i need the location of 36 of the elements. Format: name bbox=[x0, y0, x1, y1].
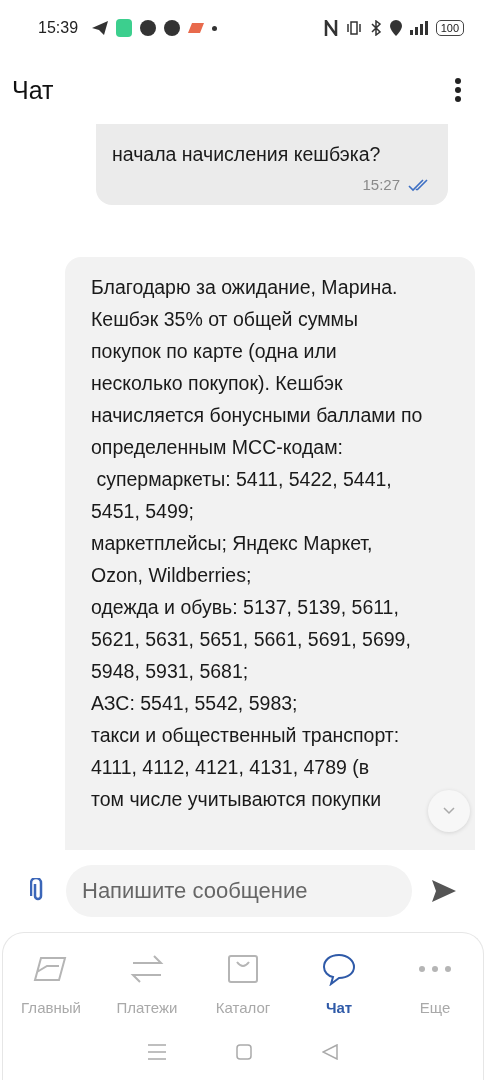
more-options-button[interactable] bbox=[454, 78, 462, 102]
signal-icon bbox=[409, 21, 428, 35]
message-text: Благодарю за ожидание, Марина. Кешбэк 35% от общей суммы покупок по карте (одна или несколько покупок). Кешбэк начисляется бонусными баллами по определенным МСС-кодам: супермаркеты: 5411, 5422, 5441, 5451, 5499; маркетплейсы; Яндекс Маркет, Ozon, Wildberries; одежда и обувь: 5137, 5139, 5611, 5621, 5631, 5651, 5661, 5691, 5699, 5948, 5931, 5681; АЗС: 5541, 5542, 5983; такси и общественный транспорт: 4111, 4112, 4121, 4131, 4789 (в том числе учитываются покупки bbox=[91, 275, 423, 812]
chevron-down-icon bbox=[443, 807, 455, 815]
battery-level: 100 bbox=[435, 20, 464, 36]
app-notification-icon bbox=[188, 23, 205, 33]
send-button[interactable] bbox=[432, 880, 456, 902]
send-icon bbox=[432, 880, 456, 902]
bluetooth-icon bbox=[369, 20, 382, 36]
app-notification-icon bbox=[116, 19, 133, 37]
speech-bubble-icon bbox=[321, 952, 357, 986]
home-square-icon[interactable] bbox=[236, 1044, 252, 1060]
nav-tab[interactable]: Платежи bbox=[102, 951, 192, 1016]
status-time: 15:39 bbox=[38, 19, 79, 37]
app-notification-icon bbox=[140, 20, 157, 36]
nav-tab[interactable]: Главный bbox=[6, 951, 96, 1016]
vertical-dots-icon bbox=[454, 78, 462, 102]
more-dots-icon bbox=[417, 964, 453, 974]
app-notification-icon bbox=[164, 20, 181, 36]
card-icon bbox=[33, 954, 69, 984]
message-text: начала начисления кешбэка? bbox=[112, 142, 381, 167]
menu-icon[interactable] bbox=[148, 1044, 166, 1060]
vibrate-icon bbox=[345, 21, 362, 35]
nav-tab[interactable]: Еще bbox=[390, 951, 480, 1016]
paper-plane-icon bbox=[92, 21, 109, 35]
page-title: Чат bbox=[12, 75, 54, 105]
shopping-bag-icon bbox=[227, 954, 259, 984]
location-pin-icon bbox=[389, 20, 402, 36]
nfc-icon bbox=[323, 20, 338, 36]
transfer-arrows-icon bbox=[129, 953, 165, 985]
nav-tab[interactable]: Каталог bbox=[198, 951, 288, 1016]
back-triangle-icon[interactable] bbox=[322, 1044, 338, 1060]
message-time: 15:27 bbox=[362, 176, 400, 193]
dot-icon bbox=[212, 25, 218, 31]
nav-tab[interactable]: Чат bbox=[294, 951, 384, 1016]
message-input-field[interactable]: Напишите сообщение bbox=[66, 865, 412, 917]
